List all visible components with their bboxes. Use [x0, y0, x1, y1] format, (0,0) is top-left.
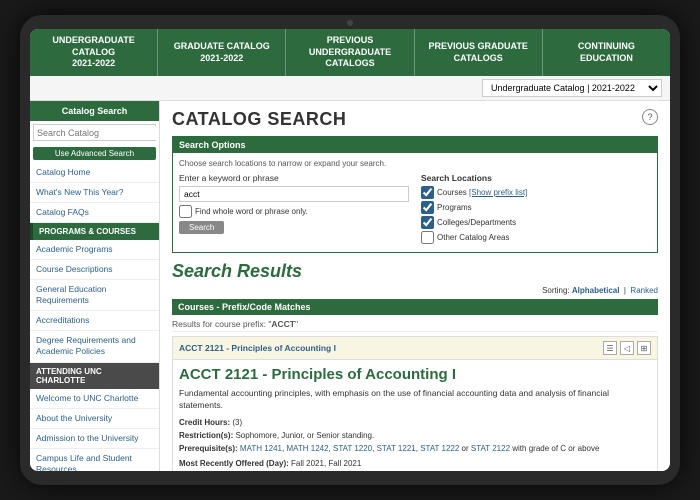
- restrictions-value: Sophomore, Junior, or Senior standing.: [235, 431, 374, 440]
- share-icon[interactable]: ◁: [620, 341, 634, 355]
- prereq-stat2122[interactable]: STAT 2122: [471, 444, 510, 453]
- bookmark-icon[interactable]: ☰: [603, 341, 617, 355]
- sidebar-degree-requirements[interactable]: Degree Requirements and Academic Policie…: [30, 331, 159, 362]
- location-programs: Programs: [421, 201, 651, 214]
- nav-graduate-catalog[interactable]: GRADUATE CATALOG 2021-2022: [158, 29, 286, 76]
- search-right: Search Locations Courses [Show prefix li…: [421, 173, 651, 246]
- courses-label: Courses [Show prefix list]: [437, 188, 527, 197]
- course-result-box: ACCT 2121 - Principles of Accounting I ☰…: [172, 336, 658, 471]
- sidebar-programs-header: PROGRAMS & COURSES: [30, 223, 159, 240]
- sidebar: Catalog Search 🔍 Use Advanced Search Cat…: [30, 101, 160, 471]
- recent-day: Most Recently Offered (Day): Fall 2021, …: [179, 458, 651, 469]
- sidebar-advanced-link: Use Advanced Search: [30, 144, 159, 163]
- sidebar-catalog-home[interactable]: Catalog Home: [30, 163, 159, 183]
- sidebar-campus-life[interactable]: Campus Life and Student Resources: [30, 449, 159, 471]
- programs-label: Programs: [437, 203, 472, 212]
- sorting-row: Sorting: Alphabetical | Ranked: [172, 286, 658, 295]
- advanced-search-link[interactable]: Use Advanced Search: [33, 147, 156, 160]
- course-title: ACCT 2121 - Principles of Accounting I: [179, 366, 651, 384]
- catalog-dropdown[interactable]: Undergraduate Catalog | 2021-2022 Gradua…: [482, 79, 662, 97]
- top-navigation: UNDERGRADUATE CATALOG 2021-2022 GRADUATE…: [30, 29, 670, 76]
- tablet-camera-icon: [347, 20, 353, 26]
- credit-hours: Credit Hours: (3): [179, 417, 651, 428]
- courses-checkbox[interactable]: [421, 186, 434, 199]
- search-results-title: Search Results: [172, 261, 658, 282]
- keyword-input[interactable]: [179, 186, 409, 202]
- prereq-label: Prerequisite(s):: [179, 444, 240, 453]
- sidebar-search-header: Catalog Search: [30, 101, 159, 121]
- other-label: Other Catalog Areas: [437, 233, 509, 242]
- sorting-label: Sorting:: [542, 286, 570, 295]
- nav-prev-undergrad[interactable]: PREVIOUS UNDERGRADUATE CATALOGS: [286, 29, 414, 76]
- sidebar-attending-header: ATTENDING UNC CHARLOTTE: [30, 363, 159, 389]
- prefix-text: Results for course prefix: "ACCT": [172, 319, 298, 329]
- course-desc: Fundamental accounting principles, with …: [179, 388, 651, 412]
- search-options-header: Search Options: [173, 137, 657, 153]
- location-courses: Courses [Show prefix list]: [421, 186, 651, 199]
- sidebar-search-input[interactable]: [34, 126, 157, 140]
- add-icon[interactable]: ⊞: [637, 341, 651, 355]
- course-link[interactable]: ACCT 2121 - Principles of Accounting I: [179, 343, 336, 353]
- whole-word-row: Find whole word or phrase only.: [179, 205, 409, 218]
- show-prefix-list-link[interactable]: [Show prefix list]: [469, 188, 527, 197]
- colleges-label: Colleges/Departments: [437, 218, 516, 227]
- sidebar-admission[interactable]: Admission to the University: [30, 429, 159, 449]
- search-options-body: Choose search locations to narrow or exp…: [173, 153, 657, 252]
- prereq-math1242[interactable]: MATH 1242: [286, 444, 328, 453]
- keyword-label: Enter a keyword or phrase: [179, 173, 409, 183]
- prerequisites: Prerequisite(s): MATH 1241, MATH 1242, S…: [179, 443, 651, 454]
- search-options-desc: Choose search locations to narrow or exp…: [179, 159, 651, 168]
- sidebar-academic-programs[interactable]: Academic Programs: [30, 240, 159, 260]
- results-section-header: Courses - Prefix/Code Matches: [172, 299, 658, 315]
- sidebar-welcome[interactable]: Welcome to UNC Charlotte: [30, 389, 159, 409]
- main-area: Catalog Search 🔍 Use Advanced Search Cat…: [30, 101, 670, 471]
- page-title: CATALOG SEARCH: [172, 109, 346, 130]
- search-left: Enter a keyword or phrase Find whole wor…: [179, 173, 409, 246]
- nav-undergrad-catalog[interactable]: UNDERGRADUATE CATALOG 2021-2022: [30, 29, 158, 76]
- sidebar-accreditations[interactable]: Accreditations: [30, 311, 159, 331]
- sidebar-catalog-faqs[interactable]: Catalog FAQs: [30, 203, 159, 223]
- prereq-stat1221[interactable]: STAT 1221: [377, 444, 416, 453]
- results-prefix-text: Results for course prefix: "ACCT": [172, 317, 658, 332]
- whole-word-label: Find whole word or phrase only.: [195, 207, 308, 216]
- credit-hours-label: Credit Hours:: [179, 418, 232, 427]
- nav-prev-graduate[interactable]: PREVIOUS GRADUATE CATALOGS: [415, 29, 543, 76]
- tablet-frame: UNDERGRADUATE CATALOG 2021-2022 GRADUATE…: [20, 15, 680, 485]
- whole-word-checkbox[interactable]: [179, 205, 192, 218]
- programs-checkbox[interactable]: [421, 201, 434, 214]
- restrictions: Restriction(s): Sophomore, Junior, or Se…: [179, 430, 651, 441]
- course-result-body: ACCT 2121 - Principles of Accounting I F…: [173, 360, 657, 471]
- course-action-icons: ☰ ◁ ⊞: [603, 341, 651, 355]
- prereq-stat1220[interactable]: STAT 1220: [333, 444, 372, 453]
- tablet-screen: UNDERGRADUATE CATALOG 2021-2022 GRADUATE…: [30, 29, 670, 471]
- content-area: CATALOG SEARCH ? Search Options Choose s…: [160, 101, 670, 471]
- prereq-math1241[interactable]: MATH 1241: [240, 444, 282, 453]
- catalog-bar: Undergraduate Catalog | 2021-2022 Gradua…: [30, 76, 670, 101]
- search-button[interactable]: Search: [179, 221, 224, 234]
- credit-hours-value: (3): [232, 418, 242, 427]
- colleges-checkbox[interactable]: [421, 216, 434, 229]
- recent-day-value: Fall 2021, Fall 2021: [291, 459, 361, 468]
- locations-title: Search Locations: [421, 173, 651, 183]
- location-other: Other Catalog Areas: [421, 231, 651, 244]
- nav-continuing-ed[interactable]: CONTINUING EDUCATION: [543, 29, 670, 76]
- sidebar-about[interactable]: About the University: [30, 409, 159, 429]
- sidebar-whats-new[interactable]: What's New This Year?: [30, 183, 159, 203]
- sidebar-course-descriptions[interactable]: Course Descriptions: [30, 260, 159, 280]
- location-colleges: Colleges/Departments: [421, 216, 651, 229]
- recent-day-label: Most Recently Offered (Day):: [179, 459, 291, 468]
- search-options-row: Enter a keyword or phrase Find whole wor…: [179, 173, 651, 246]
- sort-ranked-link[interactable]: Ranked: [630, 286, 658, 295]
- sidebar-search-box: 🔍: [33, 124, 156, 141]
- other-checkbox[interactable]: [421, 231, 434, 244]
- help-icon[interactable]: ?: [642, 109, 658, 125]
- sort-alphabetical-link[interactable]: Alphabetical: [572, 286, 620, 295]
- sidebar-general-education[interactable]: General Education Requirements: [30, 280, 159, 311]
- prereq-stat1222[interactable]: STAT 1222: [420, 444, 459, 453]
- course-result-header: ACCT 2121 - Principles of Accounting I ☰…: [173, 337, 657, 360]
- search-options-box: Search Options Choose search locations t…: [172, 136, 658, 253]
- restrictions-label: Restriction(s):: [179, 431, 235, 440]
